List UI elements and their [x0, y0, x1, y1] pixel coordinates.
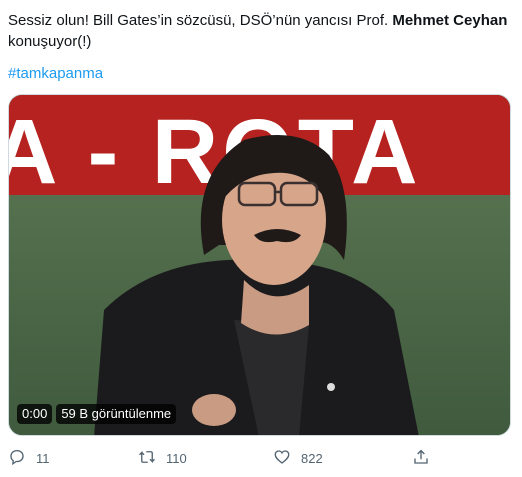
reply-icon: [8, 448, 26, 469]
view-count: 59 B görüntülenme: [56, 404, 177, 424]
tweet-text: Sessiz olun! Bill Gates’in sözcüsü, DSÖ’…: [8, 10, 508, 52]
tweet-text-part1: Sessiz olun! Bill Gates’in sözcüsü, DSÖ’…: [8, 12, 393, 29]
retweet-count: 110: [166, 451, 187, 466]
mentioned-name: Mehmet Ceyhan: [392, 12, 508, 29]
video-badge: 0:00 59 B görüntülenme: [17, 404, 177, 424]
retweet-icon: [138, 448, 156, 469]
like-icon: [273, 448, 291, 469]
like-button[interactable]: 822: [273, 448, 323, 469]
share-icon: [412, 448, 430, 469]
like-count: 822: [301, 451, 323, 466]
tweet-actions: 11 110 822: [0, 448, 522, 476]
reply-button[interactable]: 11: [8, 448, 50, 469]
share-button[interactable]: [412, 448, 430, 469]
retweet-button[interactable]: 110: [138, 448, 187, 469]
video-player[interactable]: A - ROTA 0:00 59 B görüntülenme: [8, 94, 511, 436]
video-time: 0:00: [17, 404, 53, 424]
tweet-text-part2: konuşuyor(!): [8, 33, 92, 50]
hashtag-link[interactable]: #tamkapanma: [8, 63, 103, 84]
reply-count: 11: [36, 451, 50, 466]
video-frame: A - ROTA: [9, 95, 510, 435]
